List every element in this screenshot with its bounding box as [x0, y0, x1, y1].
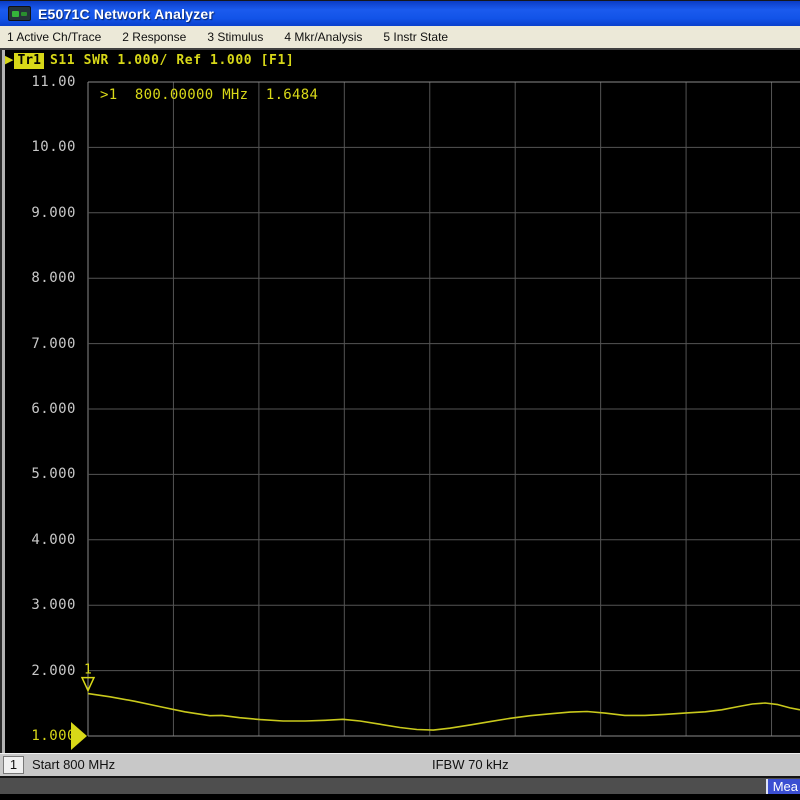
y-axis-label: 7.000 [4, 335, 76, 353]
marker-readout: >1 800.00000 MHz 1.6484 [100, 87, 318, 103]
y-axis: 11.00 10.00 9.000 8.000 7.000 6.000 5.000 4.000… [0, 50, 80, 753]
start-frequency-label: Start 800 MHz [32, 757, 115, 772]
y-axis-label: 4.000 [4, 531, 76, 549]
y-axis-label: 5.000 [4, 465, 76, 483]
window-title: E5071C Network Analyzer [38, 6, 214, 22]
y-axis-label: 1.000 [4, 727, 76, 745]
menu-item-stimulus[interactable]: 3 Stimulus [207, 30, 263, 44]
y-axis-label: 8.000 [4, 269, 76, 287]
marker-1-number: 1 [84, 663, 92, 678]
y-axis-label: 11.00 [4, 73, 76, 91]
menu-item-active-ch-trace[interactable]: 1 Active Ch/Trace [7, 30, 101, 44]
app-icon [8, 6, 31, 21]
y-axis-label: 2.000 [4, 662, 76, 680]
status-bar: 1 Start 800 MHz IFBW 70 kHz [0, 753, 800, 776]
swr-plot: 1 [88, 82, 800, 736]
menu-item-instr-state[interactable]: 5 Instr State [383, 30, 448, 44]
menu-item-response[interactable]: 2 Response [122, 30, 186, 44]
instrument-screen: ▶ Tr1 S11 SWR 1.000/ Ref 1.000 [F1] 11.0… [0, 50, 800, 753]
ifbw-label: IFBW 70 kHz [432, 757, 509, 772]
title-bar[interactable]: E5071C Network Analyzer [0, 0, 800, 26]
meas-task-button[interactable]: Mea [766, 779, 800, 795]
menu-item-mkr-analysis[interactable]: 4 Mkr/Analysis [284, 30, 362, 44]
swr-trace [88, 694, 800, 731]
y-axis-label: 9.000 [4, 204, 76, 222]
y-axis-label: 3.000 [4, 596, 76, 614]
y-axis-label: 6.000 [4, 400, 76, 418]
channel-number-box: 1 [3, 756, 24, 774]
task-bar: Mea [0, 776, 800, 794]
y-axis-label: 10.00 [4, 138, 76, 156]
bottom-band [0, 794, 800, 800]
trace-format-info: S11 SWR 1.000/ Ref 1.000 [F1] [50, 53, 294, 68]
menu-bar: 1 Active Ch/Trace 2 Response 3 Stimulus … [0, 26, 800, 50]
